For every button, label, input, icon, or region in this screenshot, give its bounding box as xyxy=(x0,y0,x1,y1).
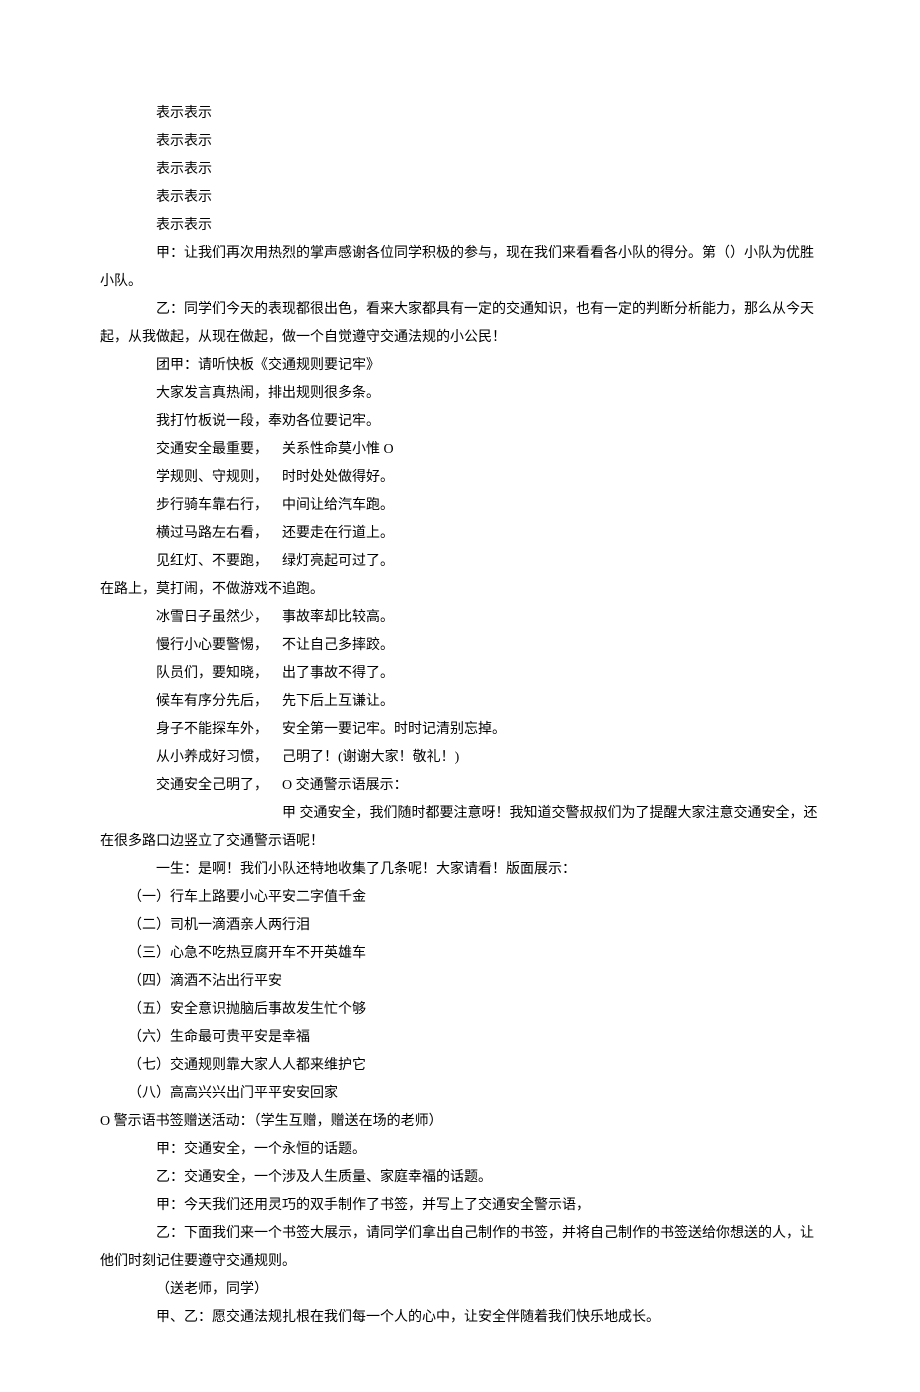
repeat-line: 表示表示 xyxy=(100,156,820,184)
rhyme-line: 我打竹板说一段，奉劝各位要记牢。 xyxy=(100,408,820,436)
rhyme-pair: 从小养成好习惯， 己明了！(谢谢大家！敬礼！) xyxy=(100,744,820,772)
warning-item: （七）交通规则靠大家人人都来维护它 xyxy=(100,1052,820,1080)
rhyme-right: O 交通警示语展示： xyxy=(282,772,820,800)
rhyme-right: 己明了！(谢谢大家！敬礼！) xyxy=(282,744,820,772)
rhyme-right: 不让自己多摔跤。 xyxy=(282,632,820,660)
bookmark-title: O 警示语书签赠送活动：（学生互赠，赠送在场的老师） xyxy=(100,1108,820,1136)
rhyme-left: 步行骑车靠右行， xyxy=(156,492,282,520)
jia-traffic-line: 甲 交通安全，我们随时都要注意呀！我知道交警叔叔们为了提醒大家注意交通安全，还在… xyxy=(100,800,820,856)
yisheng-line: 一生：是啊！我们小队还特地收集了几条呢！大家请看！版面展示： xyxy=(100,856,820,884)
speaker-yi-1: 乙：同学们今天的表现都很出色，看来大家都具有一定的交通知识，也有一定的判断分析能… xyxy=(100,296,820,352)
rhyme-line-mid: 在路上，莫打闹，不做游戏不追跑。 xyxy=(100,576,820,604)
warning-item: （二）司机一滴酒亲人两行泪 xyxy=(100,912,820,940)
rhyme-pair: 慢行小心要警惕， 不让自己多摔跤。 xyxy=(100,632,820,660)
warning-item: （一）行车上路要小心平安二字值千金 xyxy=(100,884,820,912)
rhyme-right: 先下后上互谦让。 xyxy=(282,688,820,716)
warning-item: （五）安全意识抛脑后事故发生忙个够 xyxy=(100,996,820,1024)
tuanjia-line: 团甲：请听快板《交通规则要记牢》 xyxy=(100,352,820,380)
rhyme-right: 还要走在行道上。 xyxy=(282,520,820,548)
rhyme-left: 慢行小心要警惕， xyxy=(156,632,282,660)
speaker-jiayi: 甲、乙：愿交通法规扎根在我们每一个人的心中，让安全伴随着我们快乐地成长。 xyxy=(100,1304,820,1332)
rhyme-pair: 步行骑车靠右行， 中间让给汽车跑。 xyxy=(100,492,820,520)
warning-item: （三）心急不吃热豆腐开车不开英雄车 xyxy=(100,940,820,968)
rhyme-right: 出了事故不得了。 xyxy=(282,660,820,688)
speaker-jia-3: 甲：今天我们还用灵巧的双手制作了书签，并写上了交通安全警示语， xyxy=(100,1192,820,1220)
rhyme-left: 冰雪日子虽然少， xyxy=(156,604,282,632)
send-line: （送老师，同学） xyxy=(100,1276,820,1304)
rhyme-pair: 学规则、守规则， 时时处处做得好。 xyxy=(100,464,820,492)
repeat-line: 表示表示 xyxy=(100,212,820,240)
rhyme-left: 见红灯、不要跑， xyxy=(156,548,282,576)
warning-item: （四）滴酒不沾出行平安 xyxy=(100,968,820,996)
rhyme-right: 时时处处做得好。 xyxy=(282,464,820,492)
rhyme-pair: 见红灯、不要跑， 绿灯亮起可过了。 xyxy=(100,548,820,576)
rhyme-right: 绿灯亮起可过了。 xyxy=(282,548,820,576)
rhyme-left: 交通安全己明了， xyxy=(156,772,282,800)
rhyme-right: 事故率却比较高。 xyxy=(282,604,820,632)
warning-item: （六）生命最可贵平安是幸福 xyxy=(100,1024,820,1052)
rhyme-pair: 交通安全最重要， 关系性命莫小惟 O xyxy=(100,436,820,464)
speaker-jia-2: 甲：交通安全，一个永恒的话题。 xyxy=(100,1136,820,1164)
speaker-yi-2: 乙：交通安全，一个涉及人生质量、家庭幸福的话题。 xyxy=(100,1164,820,1192)
rhyme-pair: 交通安全己明了， O 交通警示语展示： xyxy=(100,772,820,800)
rhyme-pair: 横过马路左右看， 还要走在行道上。 xyxy=(100,520,820,548)
rhyme-left: 横过马路左右看， xyxy=(156,520,282,548)
rhyme-right: 中间让给汽车跑。 xyxy=(282,492,820,520)
warning-item: （八）高高兴兴出门平平安安回家 xyxy=(100,1080,820,1108)
rhyme-right: 关系性命莫小惟 O xyxy=(282,436,820,464)
repeat-line: 表示表示 xyxy=(100,184,820,212)
rhyme-left: 从小养成好习惯， xyxy=(156,744,282,772)
rhyme-left: 身子不能探车外， xyxy=(156,716,282,744)
speaker-yi-3: 乙：下面我们来一个书签大展示，请同学们拿出自己制作的书签，并将自己制作的书签送给… xyxy=(100,1220,820,1276)
rhyme-left: 候车有序分先后， xyxy=(156,688,282,716)
rhyme-left: 学规则、守规则， xyxy=(156,464,282,492)
rhyme-pair: 候车有序分先后， 先下后上互谦让。 xyxy=(100,688,820,716)
rhyme-line: 大家发言真热闹，排出规则很多条。 xyxy=(100,380,820,408)
rhyme-pair: 身子不能探车外， 安全第一要记牢。时时记清别忘掉。 xyxy=(100,716,820,744)
rhyme-left: 队员们，要知晓， xyxy=(156,660,282,688)
rhyme-right: 安全第一要记牢。时时记清别忘掉。 xyxy=(282,716,820,744)
rhyme-pair: 队员们，要知晓， 出了事故不得了。 xyxy=(100,660,820,688)
rhyme-pair: 冰雪日子虽然少， 事故率却比较高。 xyxy=(100,604,820,632)
rhyme-left: 交通安全最重要， xyxy=(156,436,282,464)
repeat-line: 表示表示 xyxy=(100,100,820,128)
repeat-line: 表示表示 xyxy=(100,128,820,156)
speaker-jia-1: 甲：让我们再次用热烈的掌声感谢各位同学积极的参与，现在我们来看看各小队的得分。第… xyxy=(100,240,820,296)
